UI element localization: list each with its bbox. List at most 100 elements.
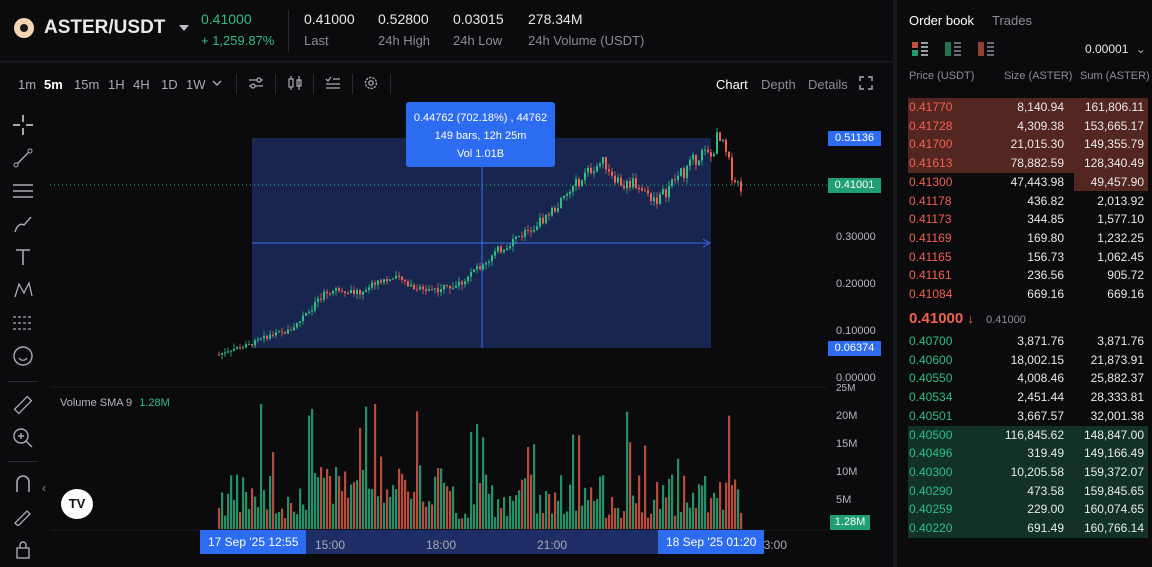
volume-bar [713,492,716,529]
ask-price: 0.41613 [909,156,953,171]
bid-row[interactable]: 0.40220 691.49 160,766.14 [908,519,1148,538]
ask-price: 0.41178 [909,193,952,208]
volume-bar [569,484,572,529]
ask-row[interactable]: 0.41165 156.73 1,062.45 [908,248,1148,267]
candle-body [683,168,685,179]
volume-bar [479,483,482,529]
bid-row[interactable]: 0.40496 319.49 149,166.49 [908,444,1148,463]
ask-row[interactable]: 0.41173 344.85 1,577.10 [908,210,1148,229]
ask-row[interactable]: 0.41084 669.16 669.16 [908,285,1148,304]
candle-body [368,287,370,290]
candle-body [647,190,649,194]
ask-row[interactable]: 0.41700 21,015.30 149,355.79 [908,135,1148,155]
tab-order-book[interactable]: Order book [909,13,974,28]
ask-row[interactable]: 0.41169 169.80 1,232.25 [908,229,1148,248]
ask-row[interactable]: 0.41770 8,140.94 161,806.11 [908,98,1148,117]
bid-row[interactable]: 0.40534 2,451.44 28,333.81 [908,388,1148,407]
candle-body [458,281,460,286]
ask-row[interactable]: 0.41178 436.82 2,013.92 [908,192,1148,211]
volume-bar [353,482,356,529]
tradingview-logo-icon[interactable]: TV [61,489,93,519]
tab-trades[interactable]: Trades [992,13,1032,28]
candle-body [671,179,673,186]
volume-bar [296,514,299,529]
candle-body [452,287,454,289]
ask-price: 0.41169 [909,230,952,245]
volume-bar [266,509,269,529]
bids-view-icon[interactable] [944,41,962,57]
candle-body [554,207,556,212]
volume-bar [452,486,455,529]
ask-sum: 2,013.92 [1097,193,1144,208]
ask-row[interactable]: 0.41161 236.56 905.72 [908,266,1148,285]
bid-row[interactable]: 0.40290 473.58 159,845.65 [908,481,1148,501]
bid-size: 2,451.44 [1017,390,1064,405]
bid-row[interactable]: 0.40600 18,002.15 21,873.91 [908,351,1148,370]
ask-price: 0.41173 [909,212,952,227]
candle-body [257,339,259,341]
candle-body [560,198,562,209]
volume-indicator[interactable]: Volume SMA 9 1.28M [60,397,170,409]
bid-row[interactable]: 0.40700 3,871.76 3,871.76 [908,332,1148,351]
volume-bar [500,508,503,529]
bid-sum: 3,871.76 [1097,334,1144,348]
ask-size: 21,015.30 [1010,137,1064,152]
ask-size: 4,309.38 [1017,118,1064,133]
candle-body [662,189,664,195]
candle-body [710,152,712,157]
candle-body [605,157,607,170]
candle-body [221,353,223,355]
ask-row[interactable]: 0.41300 47,443.98 49,457.90 [908,172,1148,192]
ask-size: 669.16 [1027,287,1064,301]
ask-row[interactable]: 0.41728 4,309.38 153,665.17 [908,116,1148,136]
candle-body [362,291,364,295]
candle-body [290,329,292,331]
both-sides-view-icon[interactable] [911,41,929,57]
candle-body [254,340,256,346]
bid-row[interactable]: 0.40259 229.00 160,074.65 [908,500,1148,519]
ask-price: 0.41300 [909,174,953,189]
volume-bar [446,486,449,529]
ask-price: 0.41161 [909,268,952,283]
price-chart[interactable] [0,0,893,567]
candle-body [629,181,631,188]
bid-size: 691.49 [1027,521,1064,535]
candle-body [623,185,625,189]
bid-row[interactable]: 0.40550 4,008.46 25,882.37 [908,369,1148,388]
volume-bar [620,517,623,529]
candle-body [674,179,676,181]
volume-bar [263,490,266,529]
candle-body [539,217,541,227]
volume-bar [470,432,473,529]
candle-body [476,266,478,270]
bid-row[interactable]: 0.40501 3,667.57 32,001.38 [908,407,1148,426]
bid-row[interactable]: 0.40300 10,205.58 159,372.07 [908,462,1148,482]
candle-body [728,151,730,158]
volume-bar [392,485,395,529]
volume-bar [611,497,614,529]
volume-bar [248,508,251,529]
candle-body [353,290,355,294]
ask-size: 436.82 [1027,193,1064,208]
volume-bar [710,498,713,529]
volume-bar [689,507,692,529]
candle-body [602,157,604,164]
asks-view-icon[interactable] [977,41,995,57]
volume-bar [632,495,635,529]
volume-bar [665,497,668,529]
bid-row[interactable]: 0.40500 116,845.62 148,847.00 [908,425,1148,445]
candle-body [701,150,703,161]
ask-row[interactable]: 0.41613 78,882.59 128,340.49 [908,154,1148,173]
bid-price: 0.40700 [909,334,953,348]
candle-body [317,298,319,303]
candle-body [557,208,559,212]
candle-body [518,236,520,238]
candle-body [281,331,283,333]
candle-body [299,321,301,323]
volume-bar [287,496,290,529]
volume-indicator-value: 1.28M [139,397,170,409]
candle-body [509,246,511,249]
candle-body [464,281,466,285]
precision-select[interactable]: 0.00001 ⌄ [1085,42,1146,56]
candle-body [614,175,616,183]
